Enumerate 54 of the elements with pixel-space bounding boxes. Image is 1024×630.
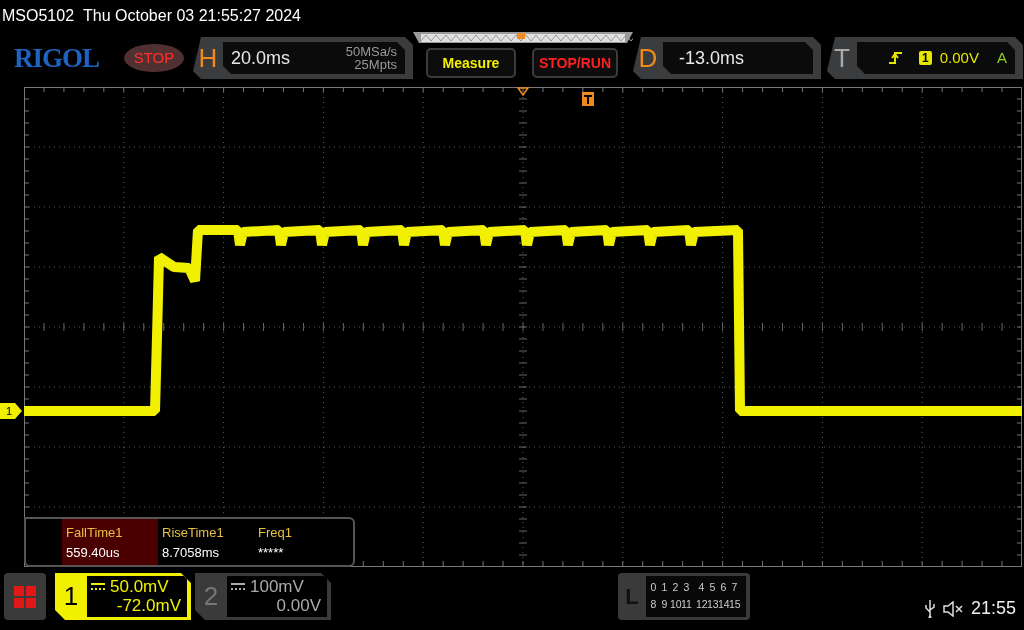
logic-channel-number: 13 [707,597,718,612]
timebase-panel[interactable]: H 20.0ms 50MSa/s 25Mpts [193,37,413,79]
measurement-value: ***** [258,544,285,562]
logic-channel-number: 8 [649,597,658,612]
trigger-mode: A [996,47,1007,68]
model-name: MSO5102 [2,6,75,26]
measure-button[interactable]: Measure [426,48,516,78]
logic-channel-number: 4 [697,580,706,595]
measurement-item[interactable]: Freq1 ***** [254,519,350,565]
memory-depth: 25Mpts [353,58,397,71]
logic-channel-number: 15 [729,597,740,612]
run-status-indicator: STOP [124,44,184,72]
logic-channel-number: 5 [708,580,717,595]
trigger-panel[interactable]: T 1 0.00V A [827,37,1023,79]
logic-channel-number: 12 [696,597,707,612]
measurement-value: 559.40us [66,544,121,562]
channel-panel[interactable]: 2 100mV 0.00V [195,573,331,620]
measurement-name: Freq1 [258,524,293,542]
channel-marker: 1 [0,403,22,419]
horizontal-label: H [197,41,219,75]
trigger-label: T [833,41,851,75]
trigger-source-badge: 1 [919,51,932,65]
timebase-value: 20.0ms [231,46,291,70]
channel-number: 2 [202,580,220,613]
logic-channel-number: 2 [671,580,680,595]
logic-channel-number: 3 [682,580,691,595]
channel-scale: 100mV [250,577,304,596]
delay-label: D [637,41,659,75]
clock-time: 21:55 [970,597,1016,620]
sample-rate: 50MSa/s [345,45,397,58]
channel-panel[interactable]: 1 50.0mV -72.0mV [55,573,191,620]
logic-channel-number: 1 [660,580,669,595]
logic-channel-number: 0 [649,580,658,595]
measurement-value: 8.7058ms [162,544,221,562]
logic-channel-number: 10 [670,597,681,612]
logic-channel-number: 14 [718,597,729,612]
date-time: Thu October 03 21:55:27 2024 [83,6,301,26]
logic-channel-number: 9 [660,597,669,612]
brand-logo: RIGOL [14,41,101,75]
delay-value: -13.0ms [679,46,745,70]
measurement-item[interactable]: RiseTime1 8.7058ms [158,519,254,565]
logic-channel-number: 7 [730,580,739,595]
logic-channel-number: 11 [681,597,692,612]
channel-offset: 0.00V [275,596,321,615]
trigger-level: 0.00V [939,47,979,68]
stop-run-button[interactable]: STOP/RUN [532,48,618,78]
measurement-name: RiseTime1 [162,524,225,542]
measurement-name: FallTime1 [66,524,124,542]
channel-number: 1 [62,580,80,613]
delay-panel[interactable]: D -13.0ms [633,37,821,79]
measurement-item[interactable]: FallTime1 559.40us [62,519,158,565]
logic-channel-number: 6 [719,580,728,595]
channel-offset: -72.0mV [115,596,181,615]
channel-scale: 50.0mV [110,577,169,596]
